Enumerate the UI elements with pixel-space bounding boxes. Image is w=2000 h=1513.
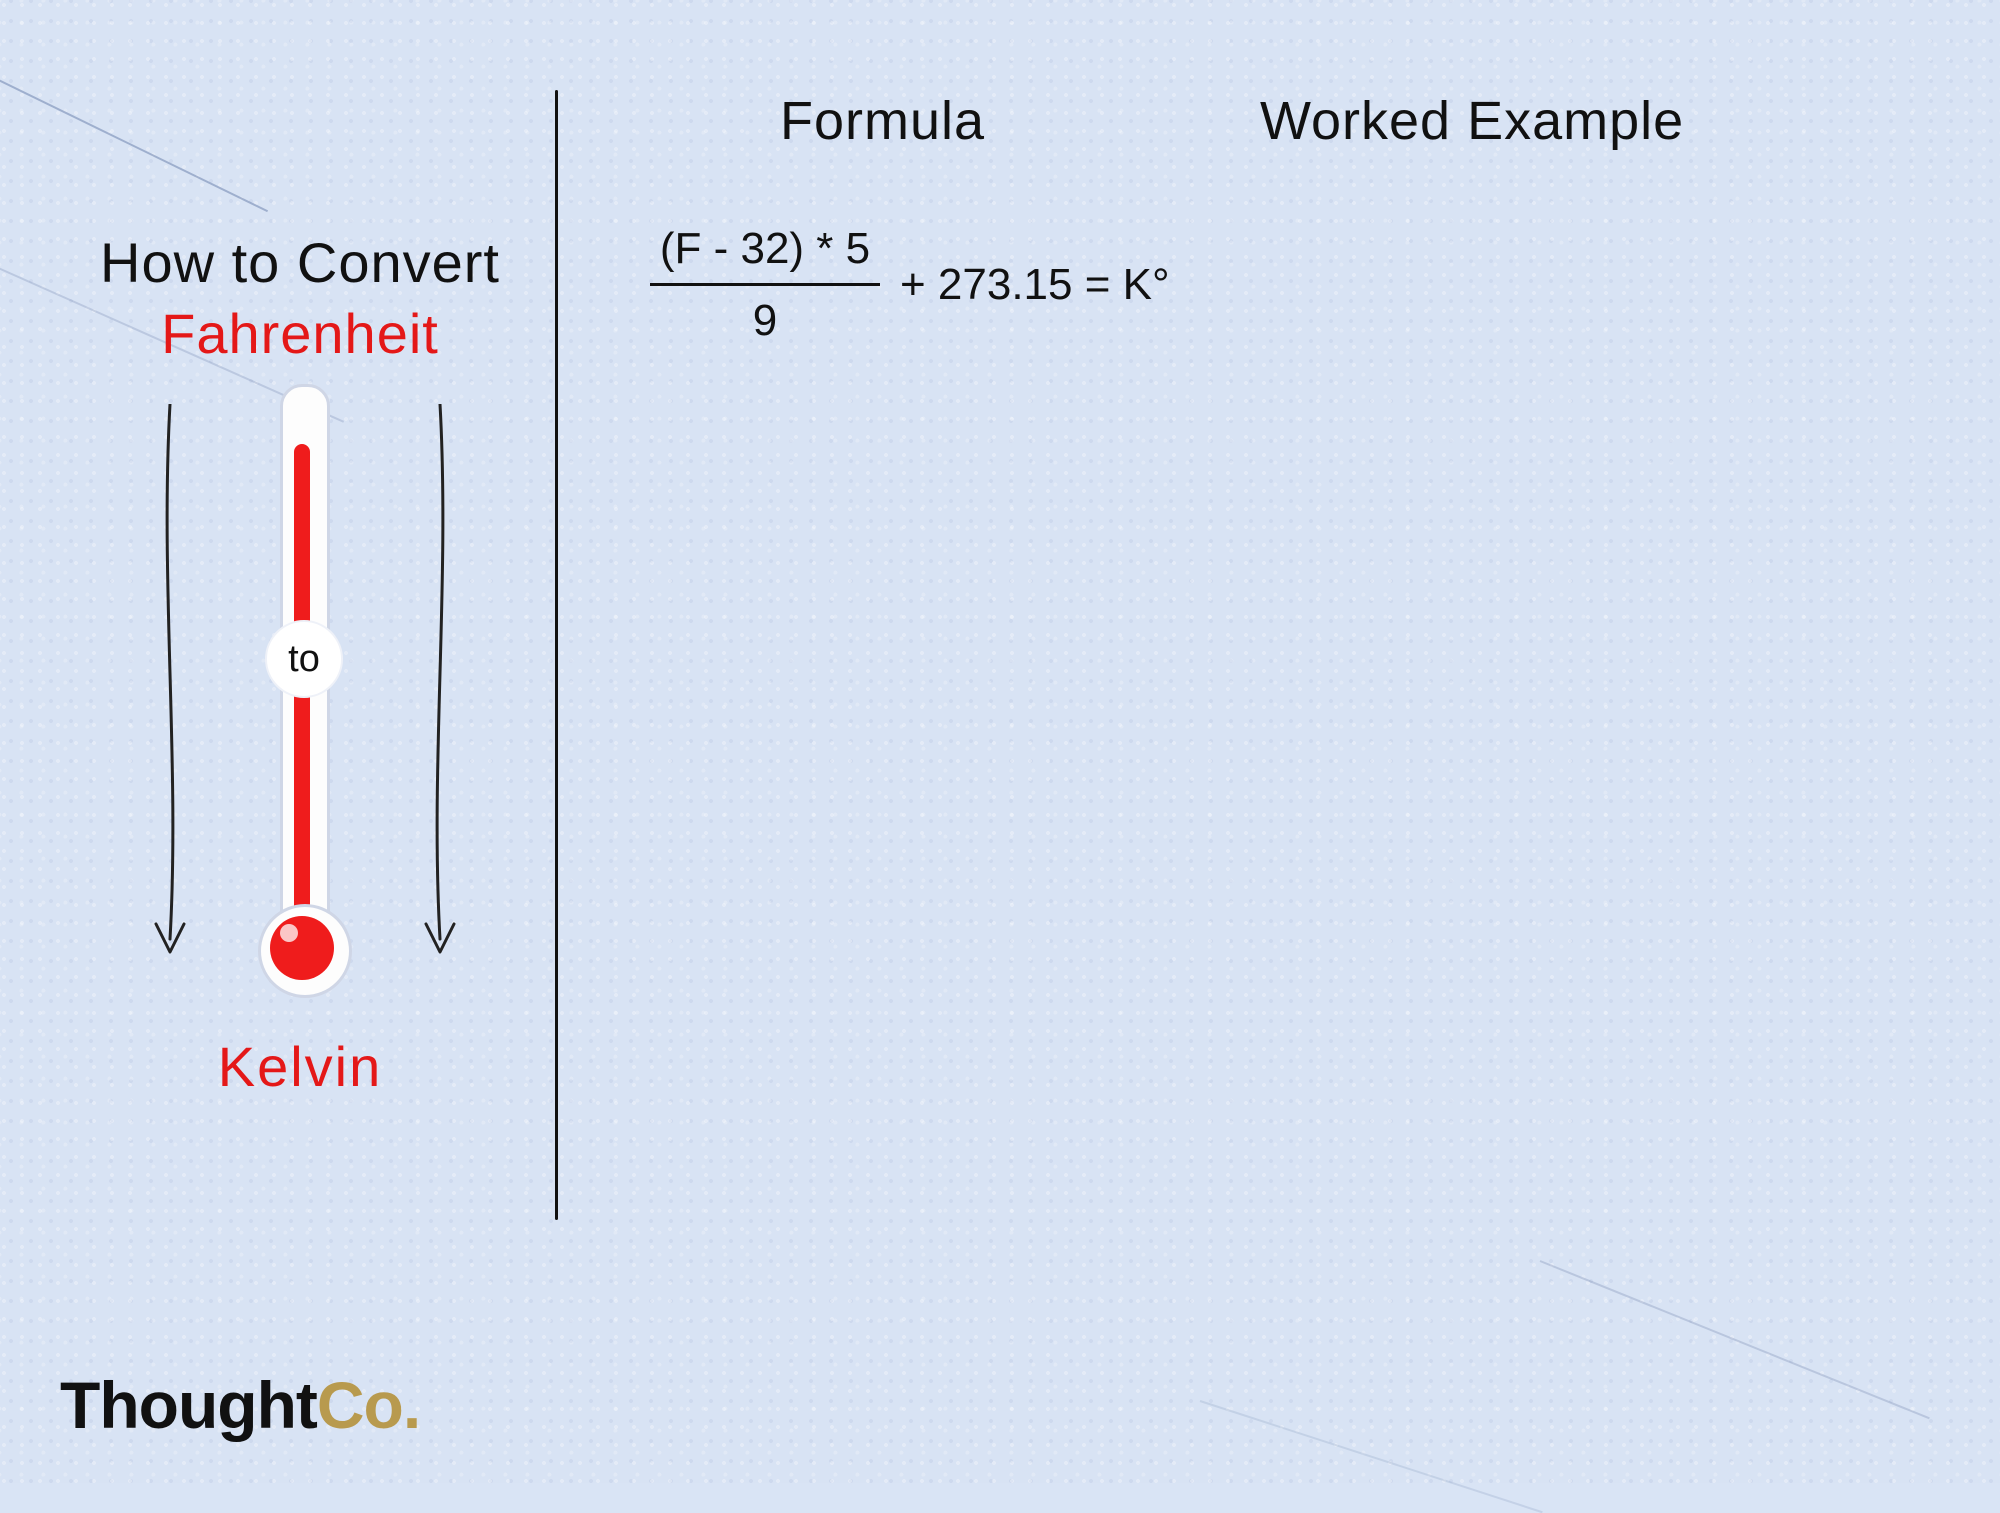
- down-arrow-icon: [150, 404, 190, 964]
- thermometer-bulb-shine: [280, 924, 298, 942]
- thoughtco-logo: ThoughtCo.: [60, 1367, 420, 1443]
- logo-part-2: Co.: [317, 1368, 420, 1442]
- unit-to-label: Kelvin: [60, 1034, 540, 1099]
- left-panel: How to Convert Fahrenheit: [60, 230, 540, 1099]
- worked-example-heading: Worked Example: [1260, 90, 1684, 152]
- fraction-bar: [650, 283, 880, 286]
- formula-fraction: (F - 32) * 5 9: [650, 220, 880, 349]
- down-arrow-icon: [420, 404, 460, 964]
- formula-tail: + 273.15 = K°: [900, 260, 1170, 310]
- thermometer-illustration: to: [60, 384, 540, 1024]
- logo-part-1: Thought: [60, 1368, 317, 1442]
- conversion-formula: (F - 32) * 5 9 + 273.15 = K°: [650, 220, 1170, 349]
- formula-heading: Formula: [780, 90, 985, 152]
- vertical-divider: [555, 90, 558, 1220]
- formula-numerator: (F - 32) * 5: [660, 220, 870, 277]
- unit-from-label: Fahrenheit: [60, 301, 540, 366]
- thermometer-bulb-fill: [270, 916, 334, 980]
- to-label-disc: to: [265, 620, 343, 698]
- title-line-1: How to Convert: [60, 230, 540, 295]
- to-label: to: [288, 638, 320, 681]
- formula-denominator: 9: [753, 292, 777, 349]
